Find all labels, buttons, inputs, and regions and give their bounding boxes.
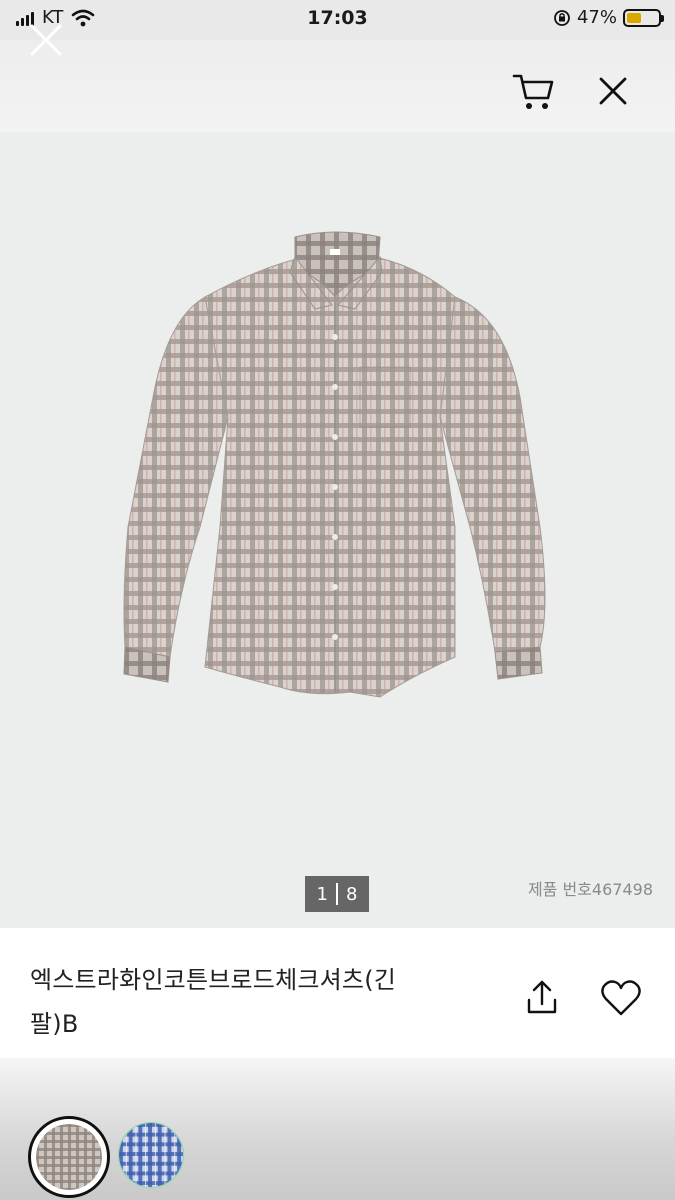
battery-icon (623, 8, 664, 27)
battery-fill (627, 12, 641, 23)
top-header (0, 40, 675, 132)
close-icon[interactable] (28, 22, 64, 58)
color-swatch-beige-check[interactable] (36, 1124, 102, 1190)
status-bar: KT 17:03 47% (0, 0, 675, 40)
pager-divider (336, 883, 338, 905)
color-swatch-blue-check[interactable] (118, 1122, 184, 1188)
product-image-area[interactable]: 1 8 제품 번호467498 (0, 132, 675, 928)
product-title-line-2: 팔)B (30, 1010, 79, 1038)
product-number: 제품 번호467498 (527, 880, 653, 899)
battery-percent: 47% (576, 7, 617, 28)
image-pager: 1 8 (305, 876, 369, 912)
pager-total: 8 (346, 883, 358, 905)
color-swatch-row (0, 1058, 675, 1200)
product-title: 엑스트라화인코튼브로드체크셔츠(긴 팔)B (30, 958, 460, 1046)
product-title-row: 엑스트라화인코튼브로드체크셔츠(긴 팔)B (0, 928, 675, 1058)
orientation-lock-icon (554, 9, 570, 26)
heart-icon[interactable] (598, 976, 644, 1020)
share-icon[interactable] (520, 976, 564, 1020)
status-right: 47% (553, 7, 664, 28)
product-title-line-1: 엑스트라화인코튼브로드체크셔츠(긴 (30, 966, 397, 994)
pager-current: 1 (316, 883, 328, 905)
product-image[interactable] (110, 227, 570, 727)
cart-icon[interactable] (510, 68, 556, 112)
close-icon[interactable] (594, 72, 632, 110)
